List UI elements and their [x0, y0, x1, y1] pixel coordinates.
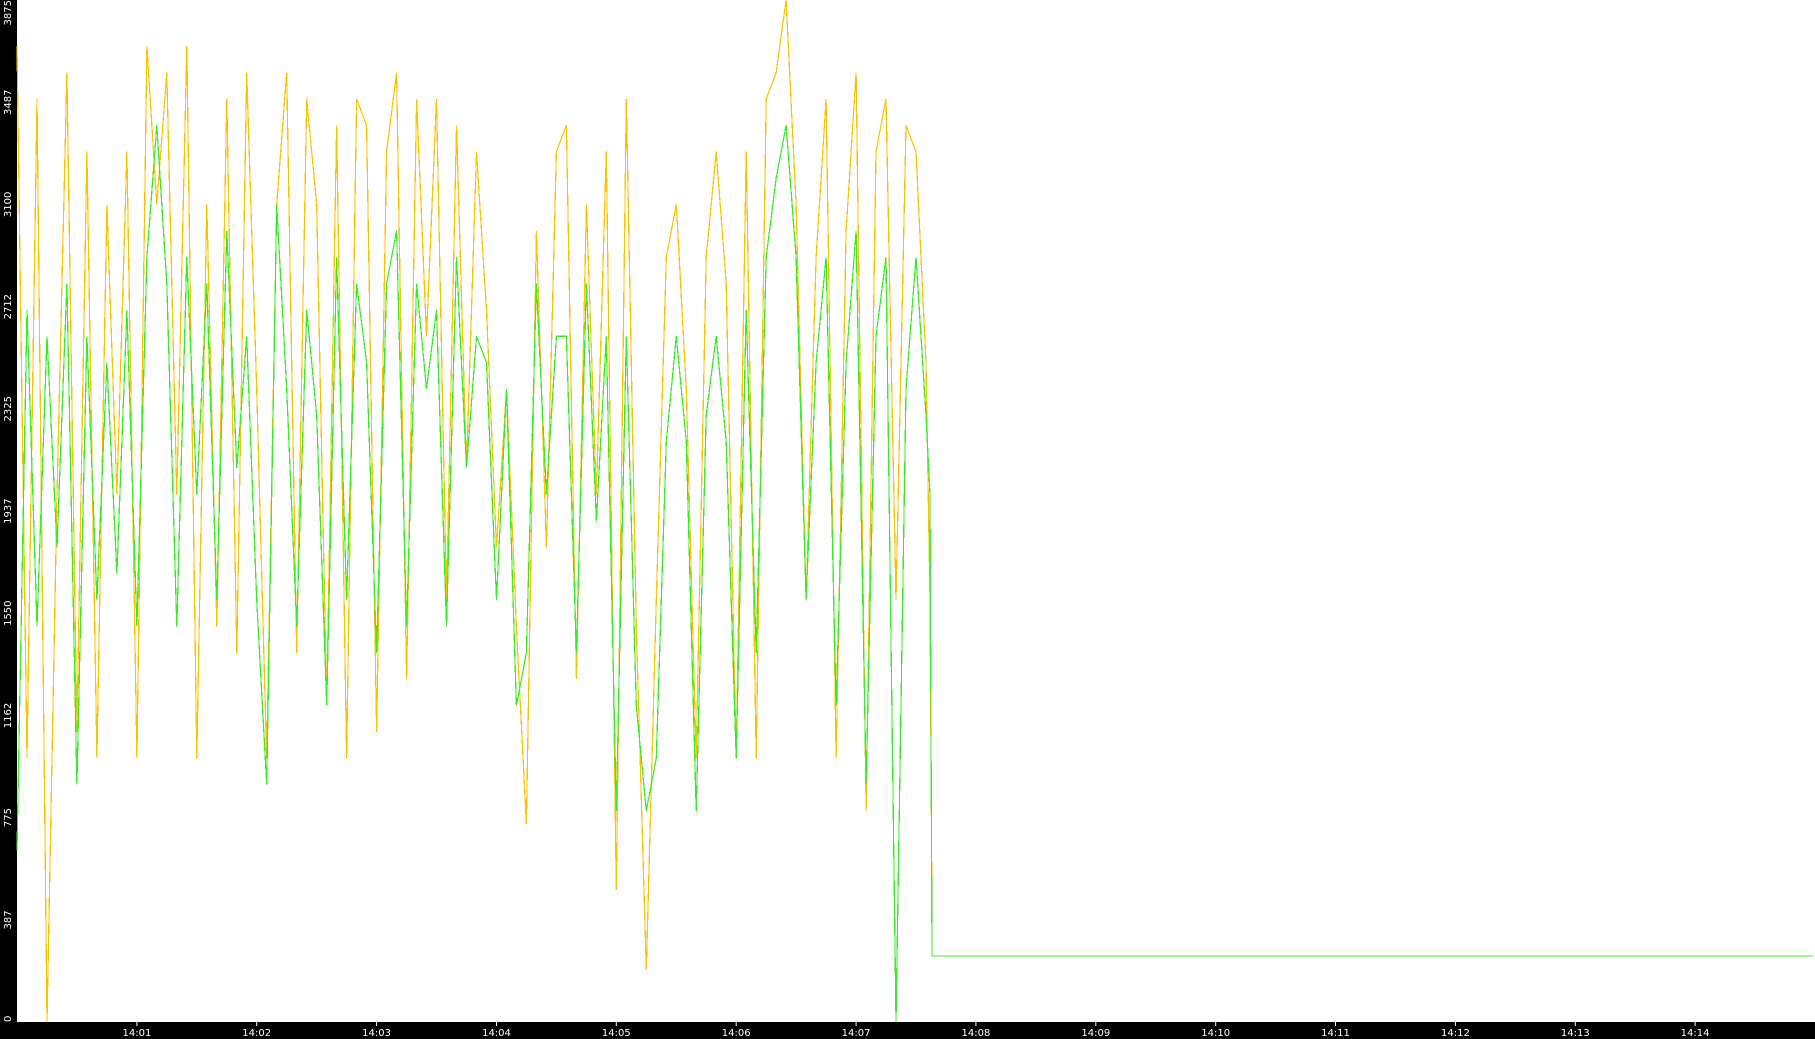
x-tick-label: 14:13	[1561, 1028, 1590, 1039]
x-tick-label: 14:12	[1441, 1028, 1470, 1039]
x-tick-label: 14:14	[1681, 1028, 1710, 1039]
x-tick-label: 14:05	[602, 1028, 631, 1039]
y-tick-label: 2325	[3, 396, 14, 421]
y-tick-label: 3100	[3, 192, 14, 217]
chart: 0 387 775 1162 1550 1937 2325 2712 3100 3487 3875 1…	[0, 0, 1815, 1039]
x-tick-label: 14:11	[1321, 1028, 1350, 1039]
x-tick-label: 14:07	[842, 1028, 871, 1039]
x-tick-label: 14:09	[1081, 1028, 1110, 1039]
y-tick-label: 1937	[3, 498, 14, 523]
y-tick-label: 387	[3, 910, 14, 929]
y-tick-label: 0	[3, 1016, 14, 1022]
y-tick-label: 775	[3, 808, 14, 827]
x-tick-label: 14:04	[482, 1028, 511, 1039]
x-tick-label: 14:06	[722, 1028, 751, 1039]
y-tick-label: 2712	[3, 294, 14, 319]
y-tick-label: 3487	[3, 90, 14, 115]
y-tick-label: 3875	[3, 0, 14, 25]
x-tick-label: 14:02	[242, 1028, 271, 1039]
x-tick-label: 14:03	[362, 1028, 391, 1039]
x-tick-label: 14:10	[1201, 1028, 1230, 1039]
y-tick-label: 1162	[3, 703, 14, 728]
x-tick-label: 14:01	[122, 1028, 151, 1039]
y-tick-label: 1550	[3, 600, 14, 625]
x-tick-label: 14:08	[961, 1028, 990, 1039]
